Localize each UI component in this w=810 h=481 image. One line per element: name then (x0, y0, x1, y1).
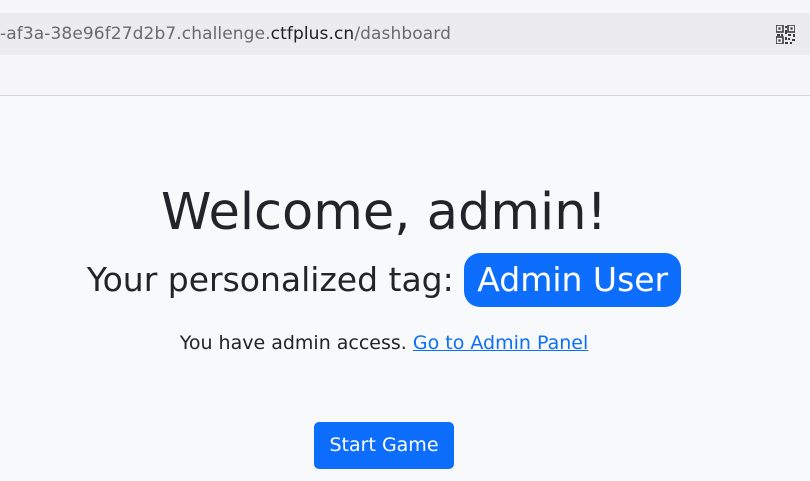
url-host: ctfplus.cn (270, 24, 355, 44)
start-game-button[interactable]: Start Game (314, 422, 454, 469)
tag-badge: Admin User (464, 253, 682, 307)
access-text: You have admin access. (179, 332, 407, 354)
welcome-heading: Welcome, admin! (161, 183, 607, 242)
personalized-tag-line: Your personalized tag: Admin User (0, 253, 768, 307)
admin-access-line: You have admin access. Go to Admin Panel (0, 329, 768, 357)
address-bar[interactable]: -af3a-38e96f27d2b7.challenge.ctfplus.cn/… (0, 13, 810, 55)
admin-panel-link[interactable]: Go to Admin Panel (413, 332, 588, 354)
tag-label: Your personalized tag: (86, 260, 454, 299)
qr-code-icon[interactable] (776, 25, 795, 44)
url-path: /dashboard (354, 24, 451, 44)
browser-chrome: -af3a-38e96f27d2b7.challenge.ctfplus.cn/… (0, 0, 810, 96)
url-prefix: -af3a-38e96f27d2b7.challenge. (0, 24, 271, 44)
url-text[interactable]: -af3a-38e96f27d2b7.challenge.ctfplus.cn/… (0, 13, 451, 55)
